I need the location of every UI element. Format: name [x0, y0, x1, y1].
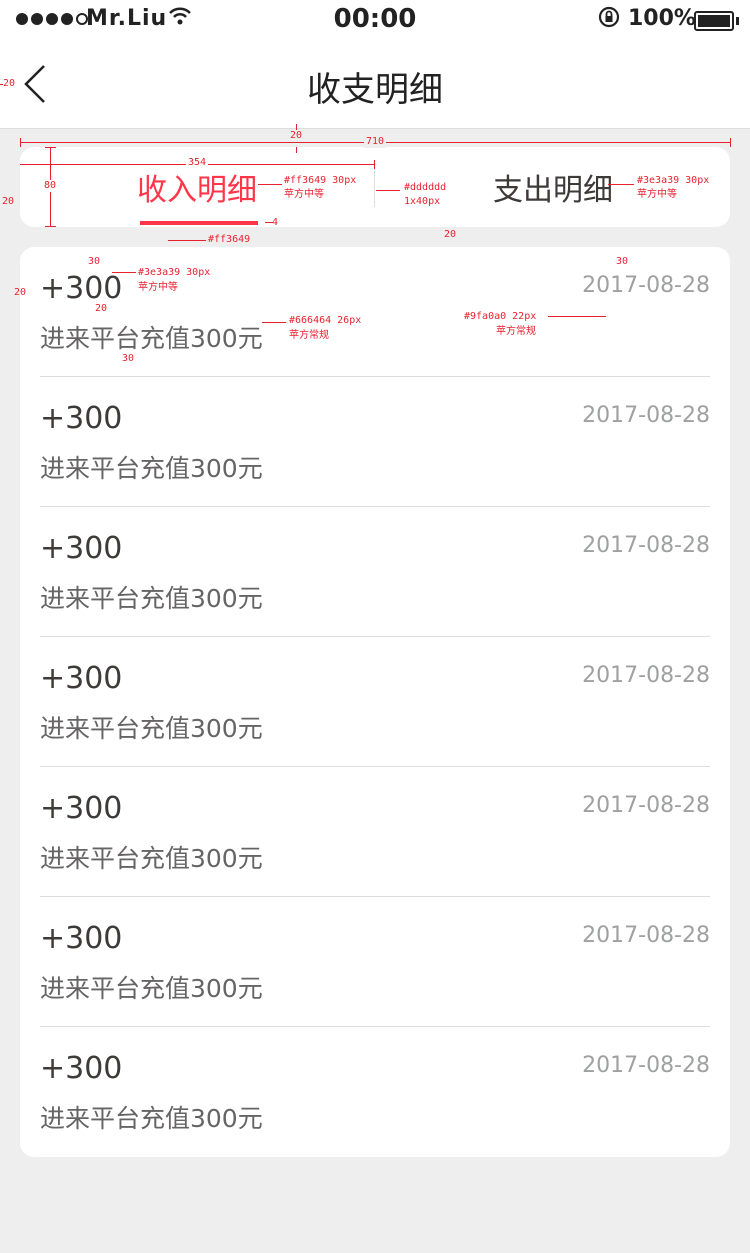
annotation-gap: 20 — [290, 130, 303, 141]
status-bar: Mr.Liu 00:00 100% — [0, 0, 750, 40]
record-description: 进来平台充值300元 — [40, 974, 263, 1003]
annotation-line — [45, 226, 56, 227]
battery-percentage: 100% — [628, 6, 696, 31]
annotation-line — [296, 124, 297, 130]
annotation-active-tab-spec: #ff3649 30px — [284, 175, 357, 186]
annotation-left-padding: 20 — [14, 287, 27, 298]
annotation-amount-font: 苹方中等 — [138, 282, 178, 293]
record-amount: +300 — [40, 401, 123, 436]
annotation-line — [258, 184, 282, 185]
annotation-line — [296, 147, 297, 153]
battery-icon — [694, 11, 739, 31]
list-item[interactable]: +300 进来平台充值300元 2017-08-28 — [40, 377, 710, 507]
list-item[interactable]: +300 进来平台充值300元 2017-08-28 — [40, 507, 710, 637]
annotation-margin: 20 — [2, 196, 15, 207]
annotation-line — [168, 240, 206, 241]
record-date: 2017-08-28 — [582, 1053, 710, 1078]
tabs-card: 收入明细 支出明细 — [20, 147, 730, 227]
annotation-line — [20, 138, 21, 147]
list-item[interactable]: +300 进来平台充值300元 2017-08-28 — [40, 767, 710, 897]
annotation-indicator-height: 4 — [272, 217, 279, 228]
annotation-date-spec: #9fa0a0 22px — [464, 311, 537, 322]
annotation-bottom-padding: 30 — [122, 353, 135, 364]
annotation-inactive-tab-font: 苹方中等 — [637, 189, 677, 200]
record-description: 进来平台充值300元 — [40, 1104, 263, 1133]
annotation-line — [45, 147, 56, 148]
record-description: 进来平台充值300元 — [40, 714, 263, 743]
record-amount: +300 — [40, 271, 123, 306]
annotation-desc-font: 苹方常规 — [289, 330, 329, 341]
list-item[interactable]: +300 进来平台充值300元 2017-08-28 — [40, 897, 710, 1027]
annotation-indicator-color: #ff3649 — [208, 234, 251, 245]
record-date: 2017-08-28 — [582, 403, 710, 428]
annotation-amount-spec: #3e3a39 30px — [138, 267, 211, 278]
annotation-date-font: 苹方常规 — [496, 326, 536, 337]
active-tab-indicator — [140, 221, 258, 225]
annotation-desc-spec: #666464 26px — [289, 315, 362, 326]
record-amount: +300 — [40, 1051, 123, 1086]
annotation-line — [374, 160, 375, 169]
annotation-line — [262, 322, 286, 323]
record-amount: +300 — [40, 921, 123, 956]
record-date: 2017-08-28 — [582, 923, 710, 948]
annotation-inactive-tab-spec: #3e3a39 30px — [637, 175, 710, 186]
annotation-divider-spec: #dddddd — [404, 182, 447, 193]
annotation-tab-height: 80 — [44, 180, 57, 192]
record-description: 进来平台充值300元 — [40, 454, 263, 483]
tab-divider — [374, 167, 375, 207]
record-date: 2017-08-28 — [582, 793, 710, 818]
annotation-divider-size: 1x40px — [404, 196, 441, 207]
annotation-card-gap: 20 — [444, 229, 457, 240]
list-item[interactable]: +300 进来平台充值300元 2017-08-28 — [40, 1027, 710, 1157]
record-description: 进来平台充值300元 — [40, 584, 263, 613]
annotation-line — [376, 190, 400, 191]
annotation-active-tab-font: 苹方中等 — [284, 189, 324, 200]
annotation-row-gap: 20 — [95, 303, 108, 314]
transaction-list: +300 进来平台充值300元 2017-08-28 +300 进来平台充值30… — [20, 247, 730, 1157]
navigation-bar: 收支明细 — [0, 40, 750, 129]
record-amount: +300 — [40, 791, 123, 826]
list-item[interactable]: +300 进来平台充值300元 2017-08-28 — [40, 637, 710, 767]
record-description: 进来平台充值300元 — [40, 844, 263, 873]
annotation-width: 710 — [364, 136, 387, 148]
record-amount: +300 — [40, 661, 123, 696]
rotation-lock-icon — [598, 6, 620, 34]
record-date: 2017-08-28 — [582, 663, 710, 688]
annotation-line — [730, 138, 731, 147]
record-date: 2017-08-28 — [582, 273, 710, 298]
annotation-line — [548, 316, 606, 317]
annotation-tab-width: 354 — [186, 157, 209, 169]
record-description: 进来平台充值300元 — [40, 324, 263, 353]
annotation-right-padding: 30 — [616, 256, 629, 267]
annotation-margin: 20 — [3, 78, 16, 89]
annotation-top-padding: 30 — [88, 256, 101, 267]
record-date: 2017-08-28 — [582, 533, 710, 558]
annotation-line — [608, 184, 634, 185]
annotation-line — [112, 272, 136, 273]
page-title: 收支明细 — [307, 70, 443, 110]
record-amount: +300 — [40, 531, 123, 566]
